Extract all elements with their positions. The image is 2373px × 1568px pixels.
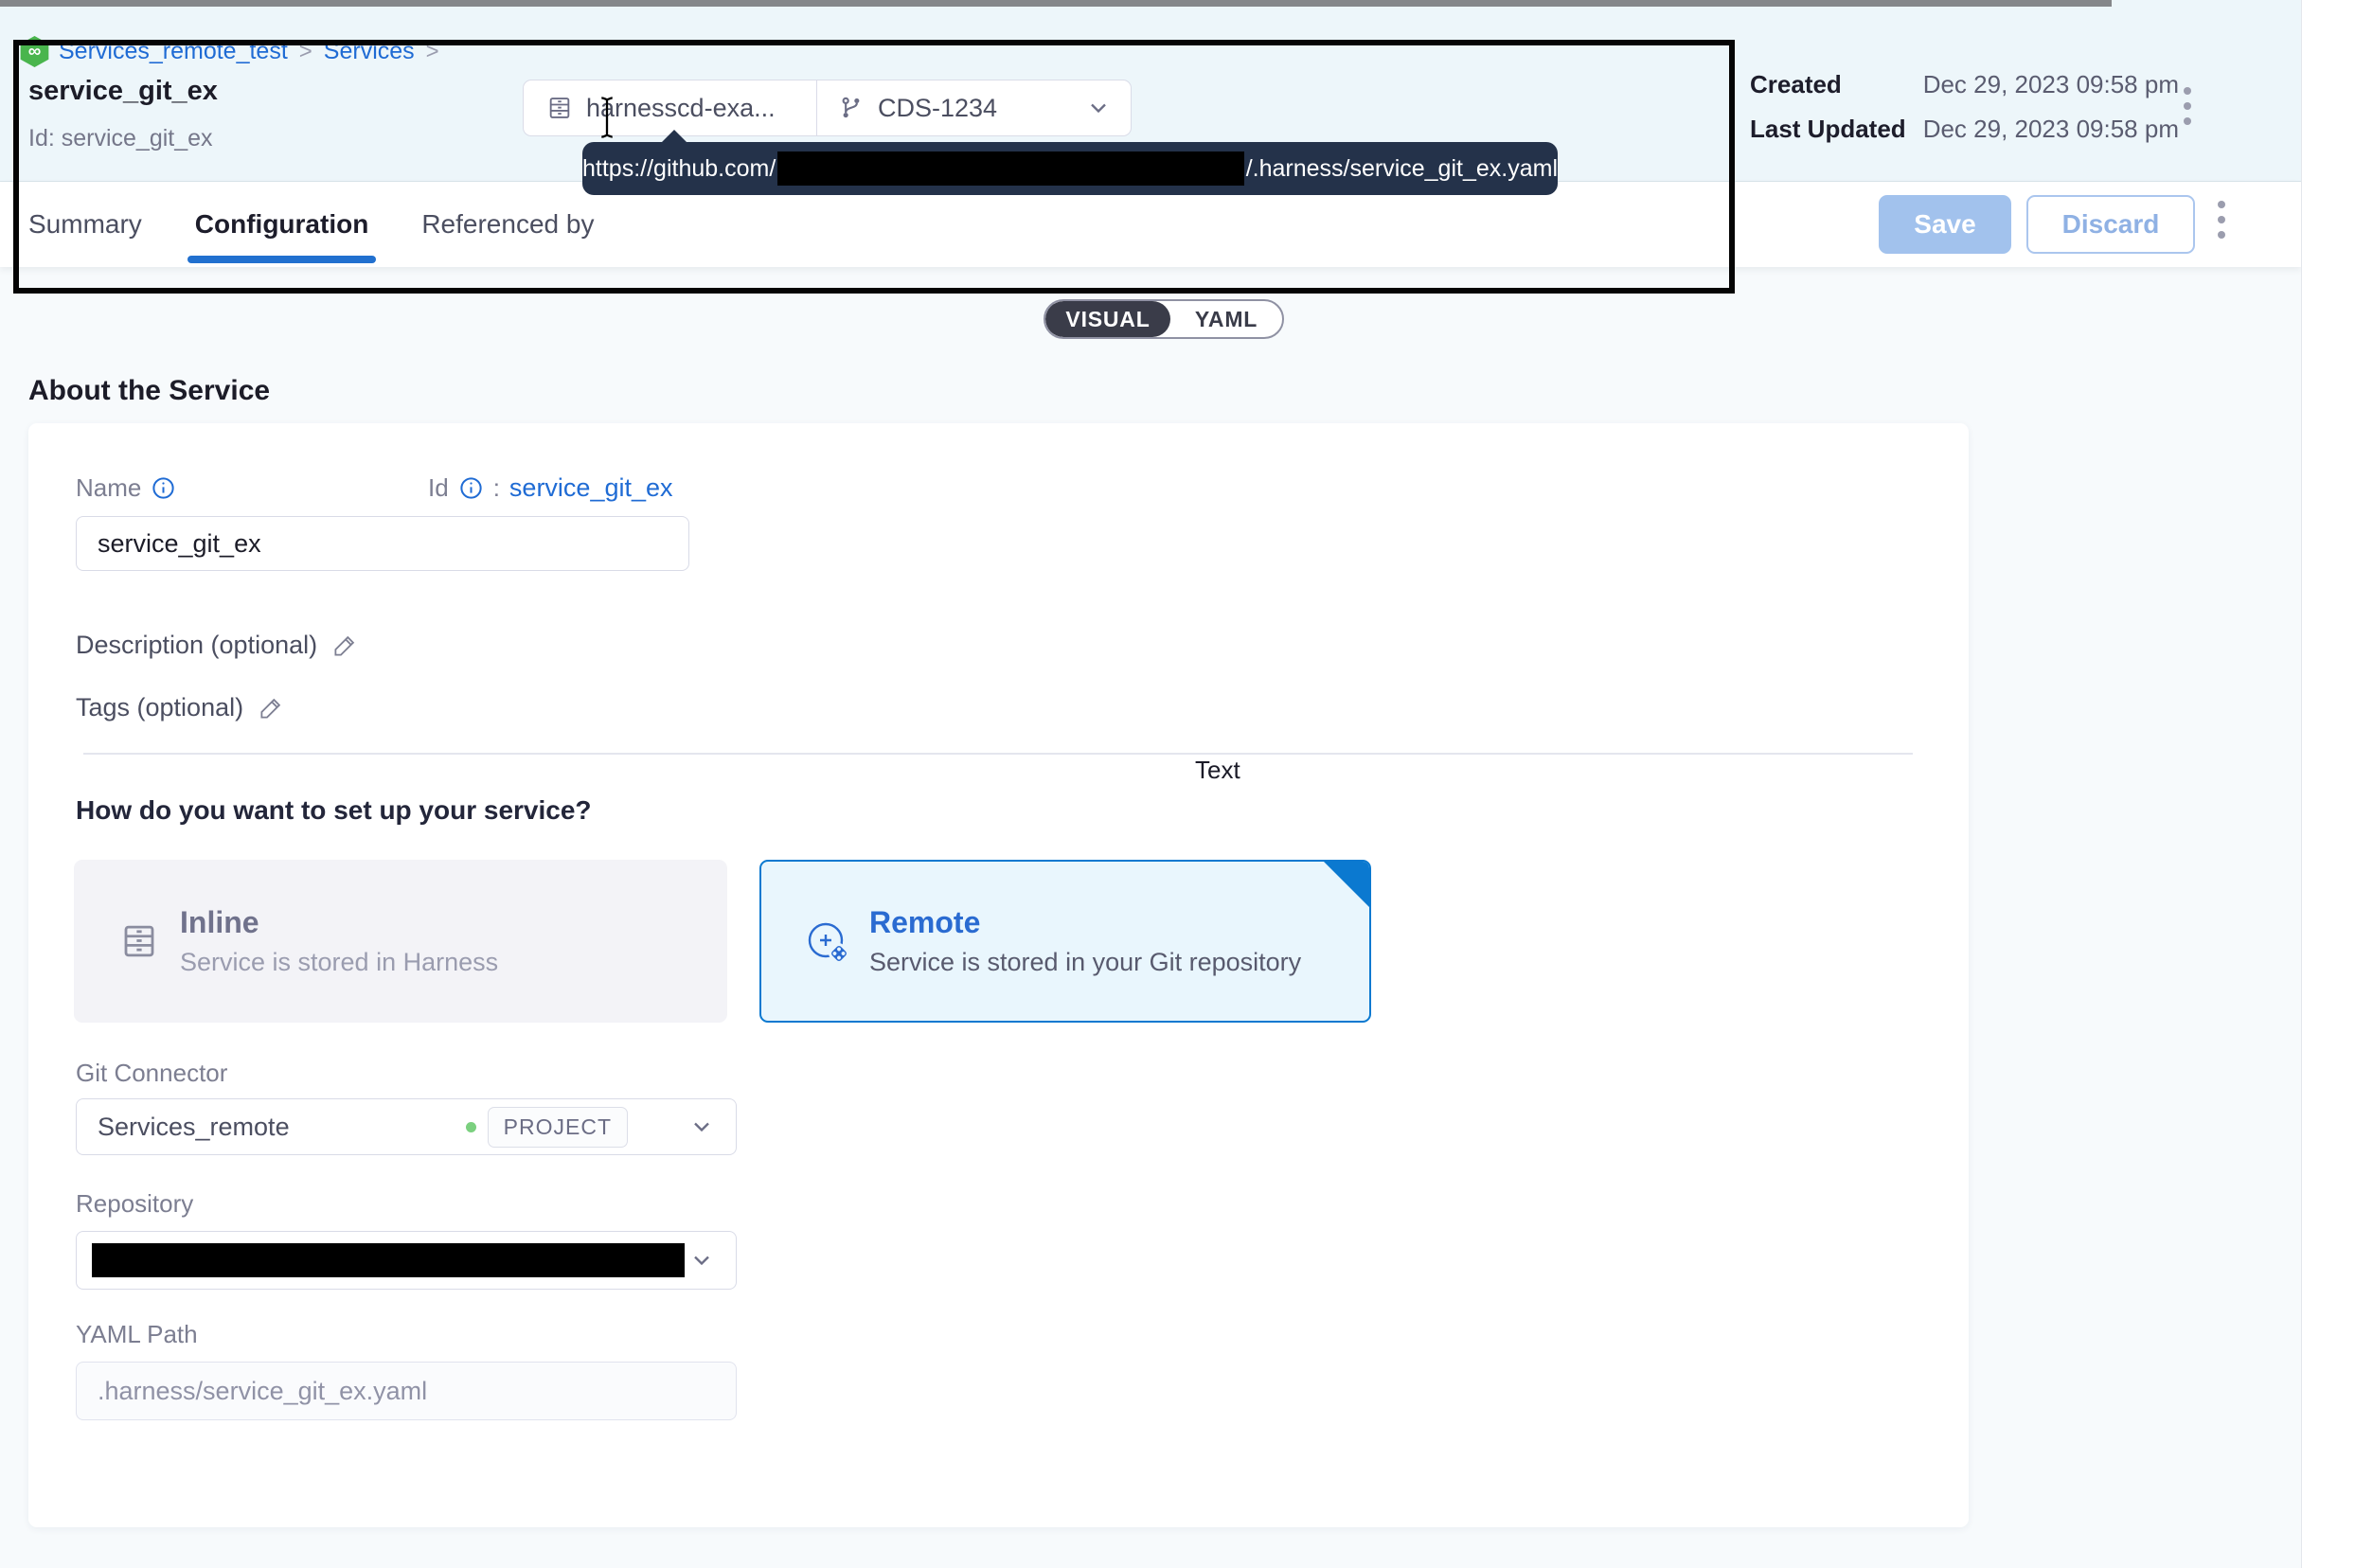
inline-card-title: Inline — [180, 905, 498, 940]
tab-list: Summary Configuration Referenced by — [28, 182, 594, 267]
repository-select[interactable] — [76, 1231, 737, 1290]
breadcrumb-separator: > — [426, 39, 439, 65]
id-label: Id — [428, 473, 449, 503]
yaml-path-input[interactable] — [76, 1362, 737, 1420]
tooltip-arrow — [660, 130, 688, 144]
last-updated-label: Last Updated — [1750, 115, 1906, 144]
info-icon[interactable] — [458, 475, 484, 501]
toolbar-more-options-button[interactable] — [2218, 201, 2225, 239]
inline-option-card[interactable]: Inline Service is stored in Harness — [74, 860, 727, 1023]
toggle-visual[interactable]: VISUAL — [1045, 301, 1170, 337]
service-id-text: Id: service_git_ex — [28, 125, 213, 152]
redacted-url-segment — [777, 151, 1243, 186]
remote-card-description: Service is stored in your Git repository — [869, 948, 1301, 977]
url-prefix: https://github.com/ — [582, 155, 776, 183]
inline-storage-icon — [119, 921, 159, 961]
description-label-row: Description (optional) — [76, 631, 358, 660]
breadcrumb: Services_remote_test > Services > — [59, 38, 439, 65]
remote-storage-icon — [803, 917, 852, 966]
window-top-strip — [0, 0, 2112, 7]
page-title: service_git_ex — [28, 76, 218, 107]
selected-corner-badge — [1322, 860, 1371, 909]
repository-label: Repository — [76, 1189, 193, 1219]
connector-status-dot — [466, 1122, 476, 1132]
right-gutter — [2301, 0, 2373, 1568]
created-value: Dec 29, 2023 09:58 pm — [1923, 70, 2179, 99]
breadcrumb-services-link[interactable]: Services — [324, 38, 415, 65]
divider — [83, 753, 1913, 755]
url-suffix: /.harness/service_git_ex.yaml — [1246, 155, 1558, 183]
breadcrumb-project-link[interactable]: Services_remote_test — [59, 38, 288, 65]
id-row: Id : service_git_ex — [428, 473, 673, 503]
git-connector-label: Git Connector — [76, 1059, 227, 1088]
git-connector-select[interactable]: Services_remote PROJECT — [76, 1098, 737, 1155]
inline-card-description: Service is stored in Harness — [180, 948, 498, 977]
discard-button[interactable]: Discard — [2026, 195, 2195, 254]
info-icon[interactable] — [151, 475, 176, 501]
edit-pencil-icon[interactable] — [332, 633, 358, 658]
id-value-link[interactable]: service_git_ex — [509, 473, 673, 503]
tab-referenced-by[interactable]: Referenced by — [421, 182, 594, 267]
name-label: Name — [76, 473, 176, 503]
git-url-tooltip: https://github.com/ /.harness/service_gi… — [582, 142, 1558, 195]
last-updated-value: Dec 29, 2023 09:58 pm — [1923, 115, 2179, 144]
active-tab-indicator — [187, 256, 377, 263]
tab-summary[interactable]: Summary — [28, 182, 142, 267]
created-label: Created — [1750, 70, 1906, 99]
remote-option-card[interactable]: Remote Service is stored in your Git rep… — [759, 860, 1371, 1023]
scope-badge: PROJECT — [488, 1107, 628, 1148]
service-meta: Created Dec 29, 2023 09:58 pm Last Updat… — [1750, 70, 2179, 144]
edit-pencil-icon[interactable] — [259, 695, 284, 721]
visual-yaml-toggle: VISUAL YAML — [1044, 299, 1284, 339]
save-button[interactable]: Save — [1879, 195, 2011, 254]
id-separator: : — [493, 473, 500, 503]
toggle-yaml[interactable]: YAML — [1170, 301, 1282, 337]
branch-segment[interactable]: CDS-1234 — [817, 94, 1131, 123]
git-branch-icon — [838, 95, 865, 121]
breadcrumb-separator: > — [299, 39, 312, 65]
repo-segment[interactable]: harnesscd-exa... — [524, 80, 817, 135]
redacted-repository-value — [92, 1243, 685, 1277]
floating-tooltip-text: Text — [1195, 756, 1240, 785]
repository-icon — [546, 95, 573, 121]
name-input[interactable] — [76, 516, 689, 571]
tab-configuration[interactable]: Configuration — [195, 182, 369, 267]
yaml-path-label: YAML Path — [76, 1320, 198, 1349]
tags-label-row: Tags (optional) — [76, 693, 284, 722]
chevron-down-icon — [688, 1247, 715, 1274]
chevron-down-icon — [688, 1114, 715, 1140]
section-title: About the Service — [28, 375, 270, 407]
text-cursor — [599, 93, 615, 142]
chevron-down-icon — [1085, 95, 1112, 121]
setup-question: How do you want to set up your service? — [76, 795, 592, 826]
remote-card-title: Remote — [869, 905, 1301, 940]
header-more-options-button[interactable] — [2184, 87, 2191, 125]
branch-name: CDS-1234 — [878, 94, 997, 123]
git-connector-value: Services_remote — [98, 1113, 290, 1142]
